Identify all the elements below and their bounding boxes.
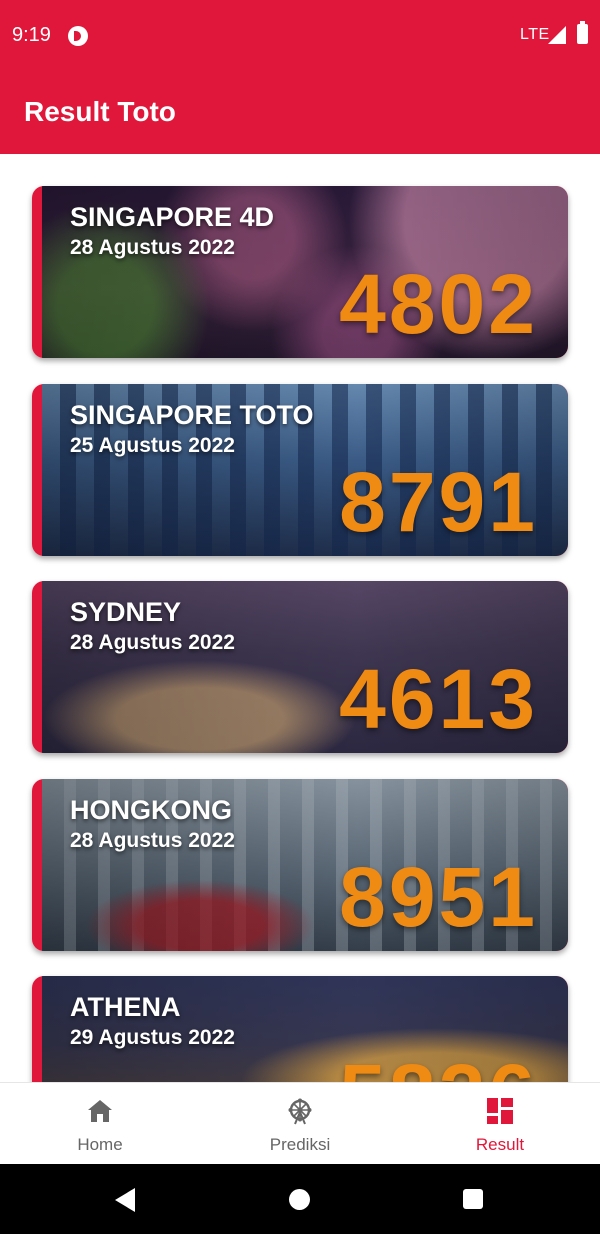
nav-result[interactable]: Result — [400, 1083, 600, 1165]
status-bar: 9:19 LTE — [0, 0, 600, 72]
home-circle-icon[interactable] — [289, 1189, 310, 1210]
nav-home[interactable]: Home — [0, 1083, 200, 1165]
result-number: 8791 — [339, 455, 538, 549]
result-market-name: SINGAPORE TOTO — [70, 400, 314, 430]
system-navigation-bar — [0, 1164, 600, 1234]
result-date: 29 Agustus 2022 — [70, 1026, 235, 1049]
page-title: Result Toto — [24, 96, 176, 127]
result-card-hongkong[interactable]: HONGKONG 28 Agustus 2022 8951 — [32, 779, 568, 951]
result-card-sydney[interactable]: SYDNEY 28 Agustus 2022 4613 — [32, 581, 568, 753]
result-date: 28 Agustus 2022 — [70, 631, 235, 654]
dashboard-icon — [487, 1098, 513, 1124]
result-number: 8951 — [339, 850, 538, 944]
nav-prediksi[interactable]: Prediksi — [200, 1083, 400, 1165]
result-market-name: ATHENA — [70, 992, 181, 1022]
result-date: 25 Agustus 2022 — [70, 434, 235, 457]
results-list[interactable]: SINGAPORE 4D 28 Agustus 2022 4802 SINGAP… — [0, 154, 600, 1082]
ferris-wheel-icon — [288, 1098, 312, 1125]
result-card-singapore-toto[interactable]: SINGAPORE TOTO 25 Agustus 2022 8791 — [32, 384, 568, 556]
result-card-singapore-4d[interactable]: SINGAPORE 4D 28 Agustus 2022 4802 — [32, 186, 568, 358]
back-icon[interactable] — [115, 1188, 135, 1212]
bottom-navigation: Home Prediksi Result — [0, 1082, 600, 1165]
nav-home-label: Home — [77, 1135, 123, 1154]
result-market-name: HONGKONG — [70, 795, 232, 825]
result-number: 4802 — [339, 257, 538, 351]
app-bar: Result Toto — [0, 72, 600, 154]
result-card-athena[interactable]: ATHENA 29 Agustus 2022 5826 — [32, 976, 568, 1082]
home-icon — [88, 1100, 112, 1122]
result-date: 28 Agustus 2022 — [70, 829, 235, 852]
result-date: 28 Agustus 2022 — [70, 236, 235, 259]
app-notification-icon — [68, 26, 88, 46]
result-number: 5826 — [339, 1046, 538, 1082]
result-market-name: SINGAPORE 4D — [70, 202, 275, 232]
status-time: 9:19 — [12, 24, 51, 46]
signal-icon — [548, 26, 566, 44]
nav-result-label: Result — [475, 1135, 525, 1154]
recent-apps-icon[interactable] — [463, 1189, 483, 1209]
result-market-name: SYDNEY — [70, 597, 182, 627]
network-type-label: LTE — [520, 26, 550, 43]
result-number: 4613 — [339, 652, 538, 746]
nav-prediksi-label: Prediksi — [269, 1135, 331, 1154]
battery-icon — [577, 21, 588, 44]
